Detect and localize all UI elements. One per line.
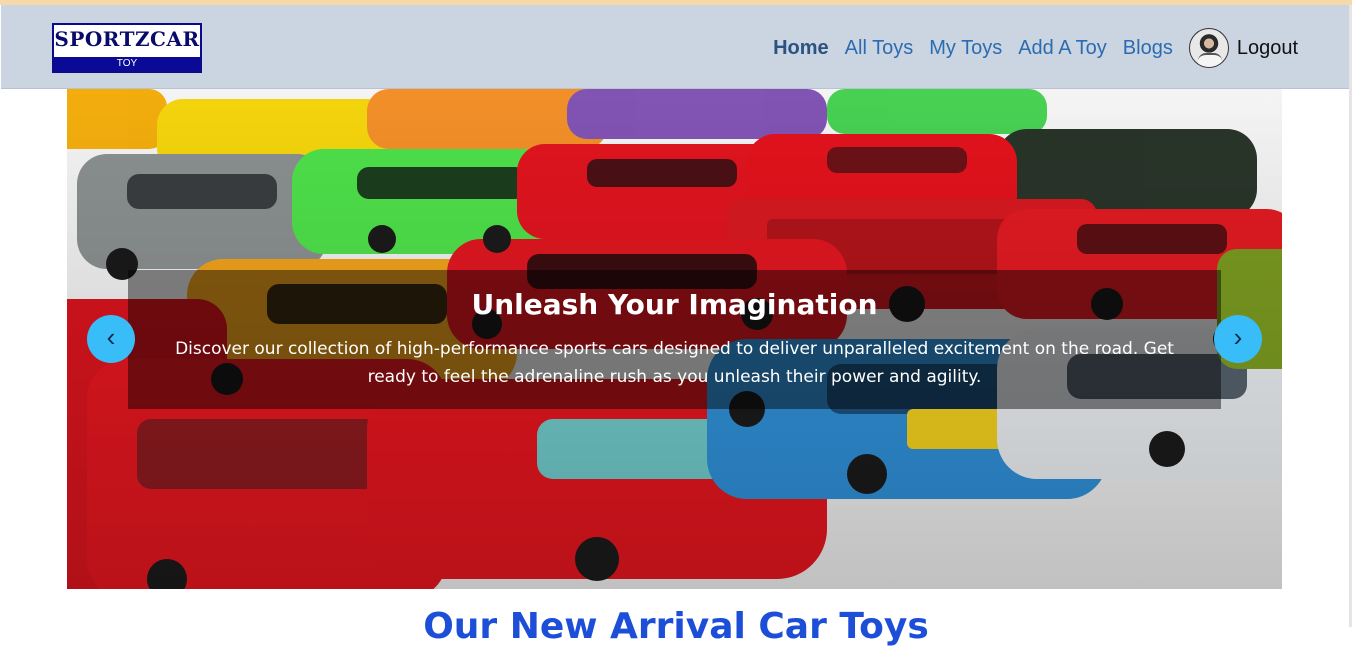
- brand-logo[interactable]: SPORTZCAR TOY: [52, 23, 202, 73]
- nav-blogs-link[interactable]: Blogs: [1123, 37, 1173, 60]
- user-avatar[interactable]: [1188, 28, 1229, 68]
- carousel-next-button[interactable]: ›: [1214, 315, 1262, 363]
- nav-home-link[interactable]: Home: [773, 37, 829, 60]
- hero-carousel: Unleash Your Imagination Discover our co…: [67, 89, 1282, 589]
- brand-tagline: TOY: [54, 57, 200, 71]
- brand-name: SPORTZCAR: [54, 27, 200, 51]
- logout-button[interactable]: Logout: [1237, 37, 1298, 60]
- carousel-prev-button[interactable]: ‹: [87, 315, 135, 363]
- carousel-description: Discover our collection of high-performa…: [175, 339, 1174, 387]
- nav-my-toys-link[interactable]: My Toys: [929, 37, 1002, 60]
- nav-menu: Home All Toys My Toys Add A Toy Blogs Lo…: [757, 26, 1298, 70]
- chevron-right-icon: ›: [1233, 322, 1243, 352]
- navbar: SPORTZCAR TOY Home All Toys My Toys Add …: [1, 5, 1350, 89]
- nav-add-toy-link[interactable]: Add A Toy: [1018, 37, 1107, 60]
- chevron-left-icon: ‹: [106, 322, 116, 352]
- carousel-caption: Unleash Your Imagination Discover our co…: [128, 270, 1221, 409]
- nav-all-toys-link[interactable]: All Toys: [845, 37, 914, 60]
- carousel-title: Unleash Your Imagination: [471, 288, 878, 321]
